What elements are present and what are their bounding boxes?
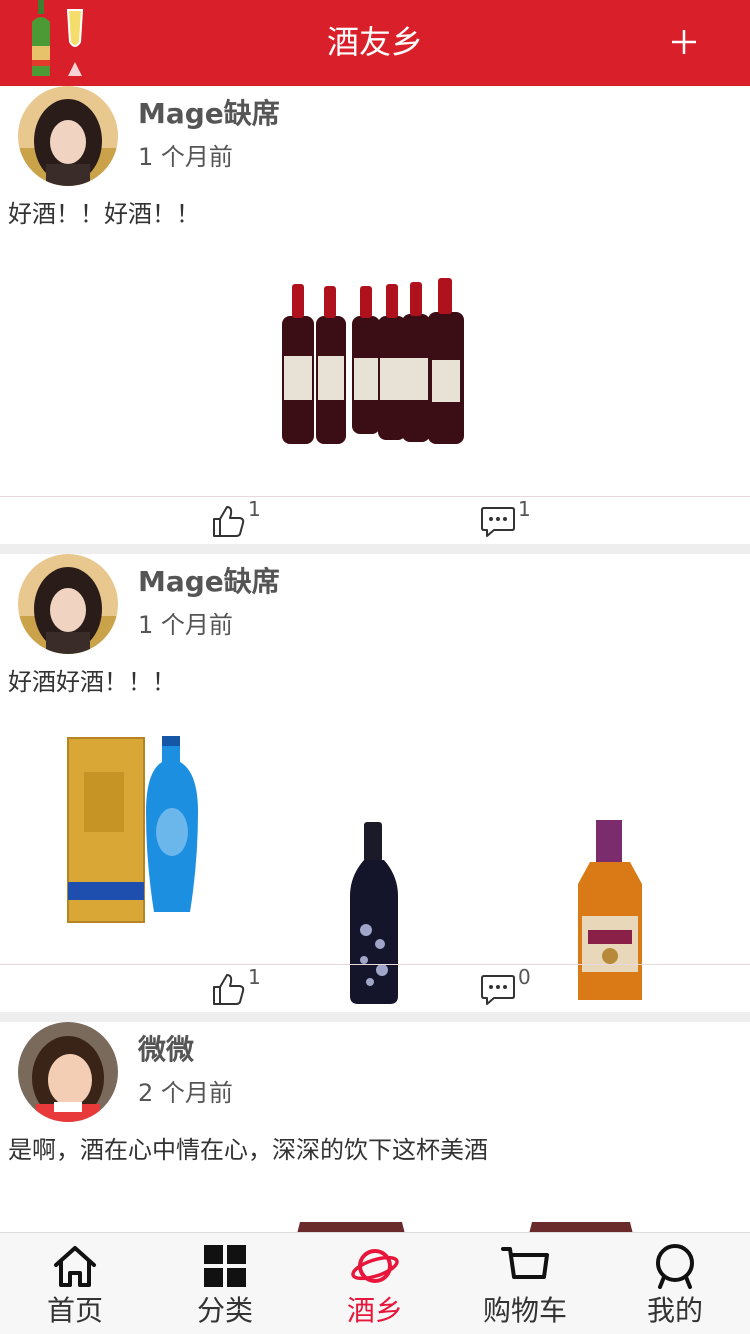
tab-label: 我的 [646,1294,703,1327]
post-username[interactable]: Mage缺席 [138,96,280,132]
thumbs-up-icon [213,974,245,1005]
post-content: 好酒好酒！！！ [8,668,176,696]
comment-icon [481,975,515,1005]
page-title: 酒友乡 [326,23,423,61]
tab-label: 首页 [46,1294,103,1327]
comment-button[interactable]: 1 [480,497,540,543]
like-button[interactable]: 1 [210,497,270,543]
post-feed[interactable]: Mage缺席 1 个月前 好酒！！好酒！！ 1 1 Mage缺席 1 个月前 好… [0,86,750,1232]
like-button[interactable]: 1 [210,965,270,1011]
tab-label: 酒乡 [346,1294,403,1327]
top-header: 酒友乡 [0,0,750,86]
post-time: 2 个月前 [138,1079,233,1107]
post-content: 是啊，酒在心中情在心，深深的饮下这杯美酒 [8,1136,488,1164]
comment-icon [481,507,515,537]
planet-icon [351,1249,399,1283]
add-post-button[interactable] [664,22,704,62]
post-actions: 1 0 [0,964,750,1014]
tab-label: 购物车 [482,1294,567,1327]
bottom-tab-bar: 首页 分类 酒乡 购物车 我的 [0,1232,750,1334]
tab-cart[interactable]: 购物车 [450,1233,600,1334]
post-divider [0,544,750,554]
comment-count: 0 [518,965,531,989]
home-icon [54,1246,96,1287]
tab-category[interactable]: 分类 [150,1233,300,1334]
post-image-baijiu-gift-box[interactable] [64,732,204,928]
like-count: 1 [248,497,261,521]
avatar[interactable] [18,86,118,186]
category-grid-icon [204,1245,246,1287]
thumbs-up-icon [213,506,245,537]
tab-jiuxiang[interactable]: 酒乡 [300,1233,450,1334]
comment-button[interactable]: 0 [480,965,540,1011]
post-image-gift-box-left[interactable] [296,1218,406,1232]
tab-mine[interactable]: 我的 [600,1233,750,1334]
post-divider [0,1012,750,1022]
like-count: 1 [248,965,261,989]
post-card[interactable]: Mage缺席 1 个月前 好酒！！好酒！！ 1 1 [0,86,750,544]
post-time: 1 个月前 [138,143,233,171]
post-username[interactable]: 微微 [138,1032,194,1068]
post-time: 1 个月前 [138,611,233,639]
user-icon [656,1244,694,1289]
post-username[interactable]: Mage缺席 [138,564,280,600]
post-actions: 1 1 [0,496,750,546]
tab-label: 分类 [196,1294,253,1327]
post-image-gift-box-right[interactable] [528,1218,634,1232]
comment-count: 1 [518,497,531,521]
tab-home[interactable]: 首页 [0,1233,150,1334]
post-card[interactable]: Mage缺席 1 个月前 好酒好酒！！！ 1 0 [0,554,750,1012]
avatar[interactable] [18,554,118,654]
cart-icon [501,1247,549,1279]
post-card[interactable]: 微微 2 个月前 是啊，酒在心中情在心，深深的饮下这杯美酒 [0,1022,750,1232]
post-image-wine-bottles[interactable] [276,274,472,454]
post-content: 好酒！！好酒！！ [8,200,200,228]
avatar[interactable] [18,1022,118,1122]
